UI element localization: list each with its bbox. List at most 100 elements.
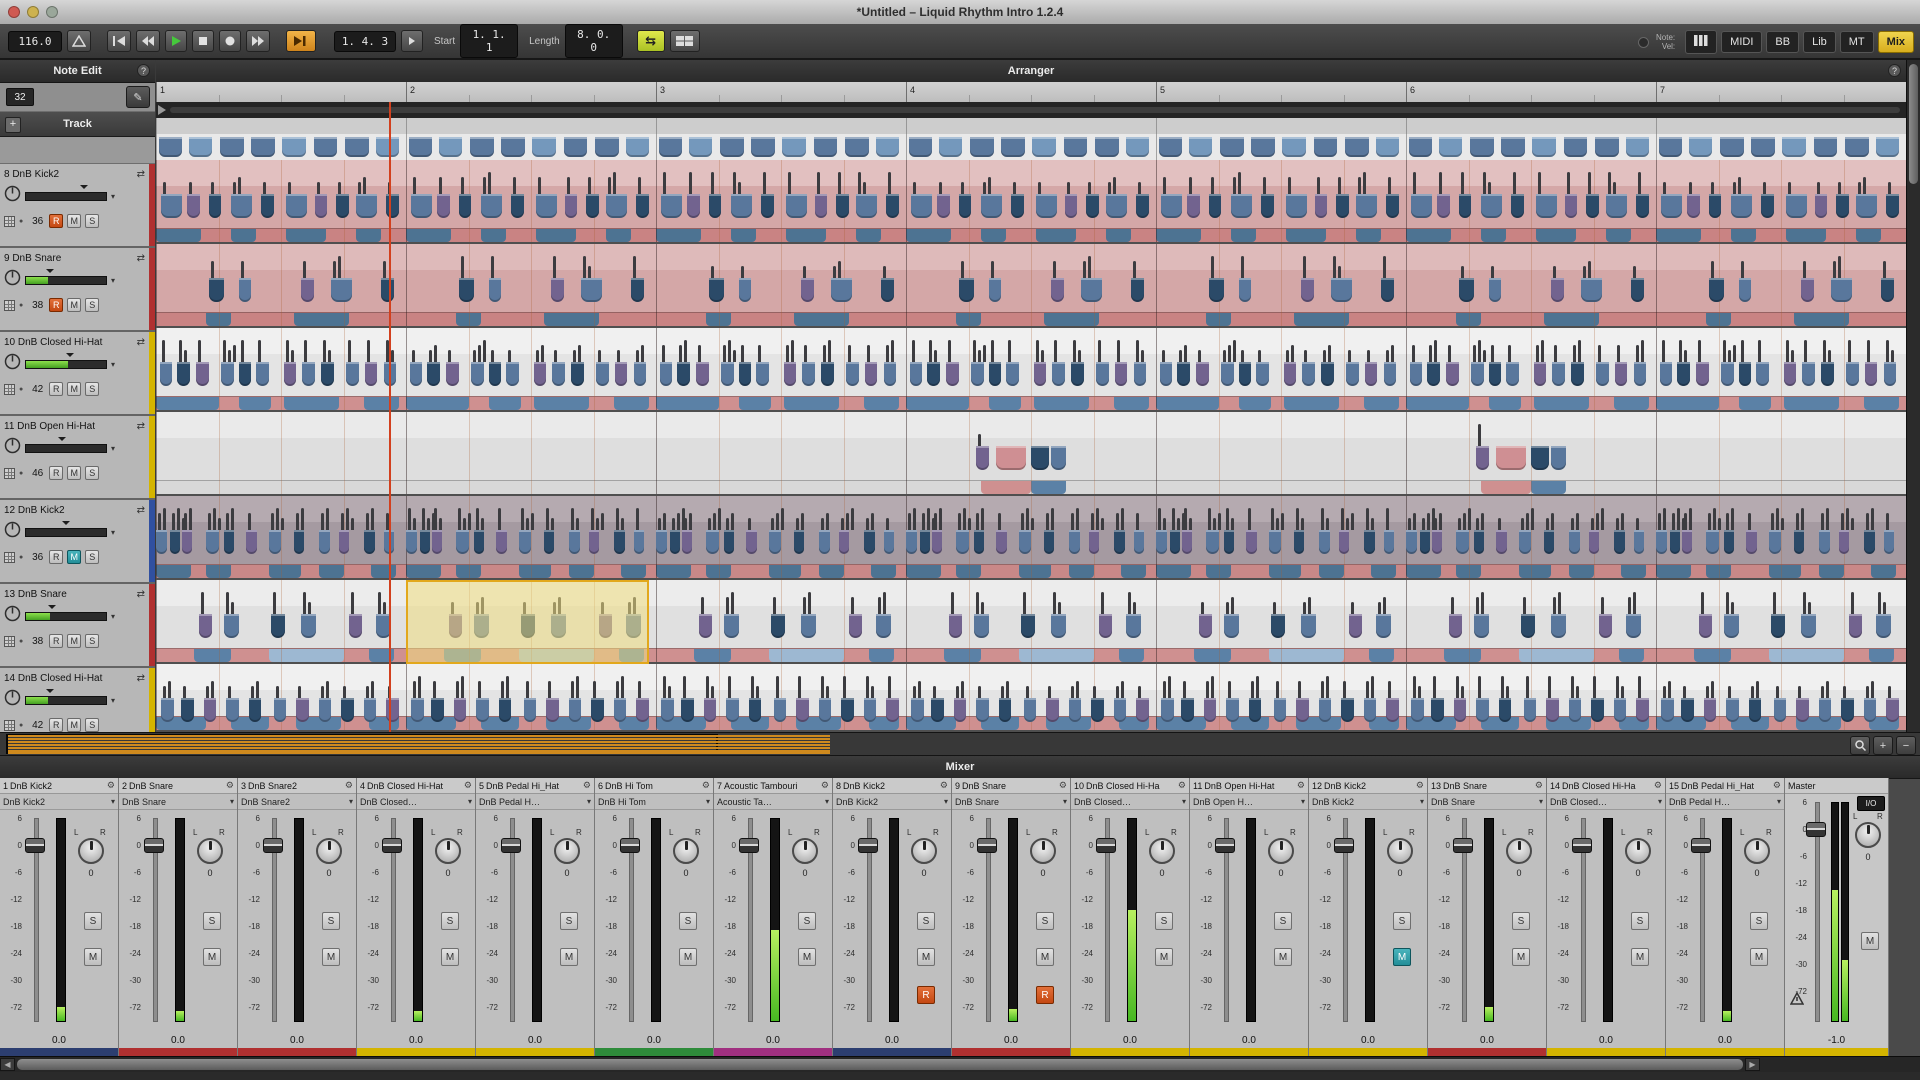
velocity-pin[interactable] <box>201 592 204 614</box>
velocity-pin[interactable] <box>1701 592 1704 614</box>
velocity-pin[interactable] <box>163 508 166 530</box>
velocity-pin[interactable] <box>1429 345 1432 362</box>
velocity-pin[interactable] <box>1226 602 1229 614</box>
mute-button[interactable]: M <box>67 466 81 480</box>
velocity-pin[interactable] <box>798 676 801 698</box>
velocity-pin[interactable] <box>668 686 671 698</box>
note-block[interactable] <box>739 278 752 302</box>
note-block[interactable] <box>221 362 234 386</box>
note-block[interactable] <box>1771 614 1785 638</box>
velocity-pin[interactable] <box>1338 266 1341 278</box>
velocity-pin[interactable] <box>1276 681 1279 698</box>
note-block[interactable] <box>1339 530 1349 554</box>
velocity-pin[interactable] <box>1601 597 1604 614</box>
velocity-pin[interactable] <box>1458 518 1461 530</box>
velocity-pin[interactable] <box>1826 508 1829 530</box>
overview-block[interactable] <box>1532 137 1556 157</box>
velocity-pin[interactable] <box>1526 513 1529 530</box>
overview-block[interactable] <box>1814 137 1838 157</box>
velocity-pin[interactable] <box>1026 508 1029 530</box>
note-block[interactable] <box>999 698 1012 722</box>
velocity-pin[interactable] <box>158 513 161 530</box>
overview-block[interactable] <box>1501 137 1525 157</box>
note-block[interactable] <box>1411 698 1424 722</box>
note-block[interactable] <box>1631 278 1644 302</box>
solo-button[interactable]: S <box>1750 912 1768 930</box>
track-panel[interactable]: 10 DnB Closed Hi-Hat⇄▾●42RMS <box>0 332 155 416</box>
velocity-pin[interactable] <box>1366 508 1369 530</box>
velocity-pin[interactable] <box>1054 340 1057 362</box>
velocity-pin[interactable] <box>663 676 666 698</box>
note-block[interactable] <box>249 698 262 722</box>
velocity-pin[interactable] <box>871 686 874 698</box>
note-block[interactable] <box>724 530 734 554</box>
note-block[interactable] <box>1454 698 1467 722</box>
velocity-pin[interactable] <box>1088 182 1091 194</box>
velocity-pin[interactable] <box>723 345 726 362</box>
velocity-pin[interactable] <box>948 340 951 362</box>
record-arm-button[interactable]: R <box>1036 986 1054 1004</box>
gear-icon[interactable]: ⚙ <box>1773 780 1781 791</box>
velocity-pin[interactable] <box>1593 676 1596 698</box>
velocity-pin[interactable] <box>863 182 866 194</box>
pan-knob[interactable] <box>1506 838 1532 864</box>
note-block[interactable] <box>536 194 557 218</box>
note-block[interactable] <box>1336 194 1349 218</box>
note-block[interactable] <box>1534 362 1547 386</box>
note-block[interactable] <box>1801 278 1814 302</box>
note-block[interactable] <box>614 530 625 554</box>
velocity-pin[interactable] <box>633 256 636 278</box>
note-block[interactable] <box>1511 194 1524 218</box>
pencil-tool-button[interactable]: ✎ <box>126 86 150 108</box>
note-block[interactable] <box>1471 362 1484 386</box>
velocity-pin[interactable] <box>1341 508 1344 530</box>
device-selector[interactable]: DnB Snare▾ <box>1428 794 1546 810</box>
velocity-pin[interactable] <box>1668 681 1671 698</box>
fast-forward-button[interactable] <box>246 30 270 52</box>
gear-icon[interactable]: ⚙ <box>583 780 591 791</box>
velocity-pin[interactable] <box>1101 592 1104 614</box>
solo-button[interactable]: S <box>85 550 99 564</box>
velocity-pin[interactable] <box>321 513 324 530</box>
note-block[interactable] <box>660 362 673 386</box>
grid-icon[interactable] <box>4 552 15 563</box>
note-block[interactable] <box>274 698 287 722</box>
velocity-pin[interactable] <box>596 518 599 530</box>
selection-box[interactable] <box>406 580 649 664</box>
velocity-pin[interactable] <box>571 681 574 698</box>
velocity-pin[interactable] <box>1738 177 1741 194</box>
velocity-pin[interactable] <box>1346 518 1349 530</box>
velocity-pin[interactable] <box>1383 597 1386 614</box>
track-panel[interactable]: 9 DnB Snare⇄▾●38RMS <box>0 248 155 332</box>
overview-block[interactable] <box>1314 137 1338 157</box>
note-block[interactable] <box>1006 362 1019 386</box>
note-block[interactable] <box>224 614 239 638</box>
velocity-pin[interactable] <box>348 340 351 362</box>
note-block[interactable] <box>256 362 269 386</box>
overview-block[interactable] <box>1470 137 1494 157</box>
gear-icon[interactable]: ⚙ <box>1535 780 1543 791</box>
velocity-pin[interactable] <box>1488 182 1491 194</box>
velocity-pin[interactable] <box>1321 681 1324 698</box>
record-button[interactable] <box>219 30 241 52</box>
note-block[interactable] <box>739 362 752 386</box>
note-block[interactable] <box>286 194 307 218</box>
velocity-pin[interactable] <box>1851 518 1854 530</box>
note-block[interactable] <box>1881 278 1894 302</box>
note-block[interactable] <box>319 698 332 722</box>
velocity-pin[interactable] <box>1883 261 1886 278</box>
velocity-pin[interactable] <box>508 350 511 362</box>
velocity-pin[interactable] <box>636 508 639 530</box>
note-block[interactable] <box>302 362 315 386</box>
note-block[interactable] <box>1199 614 1213 638</box>
gear-icon[interactable]: ⚙ <box>1416 780 1424 791</box>
velocity-pin[interactable] <box>733 350 736 362</box>
gear-icon[interactable]: ⚙ <box>1297 780 1305 791</box>
zoom-out-button[interactable]: − <box>1896 736 1916 755</box>
note-block[interactable] <box>956 530 969 554</box>
velocity-pin[interactable] <box>991 340 994 362</box>
position-step-button[interactable] <box>401 30 423 52</box>
note-block[interactable] <box>976 698 989 722</box>
note-block[interactable] <box>839 530 849 554</box>
velocity-pin[interactable] <box>976 592 979 614</box>
